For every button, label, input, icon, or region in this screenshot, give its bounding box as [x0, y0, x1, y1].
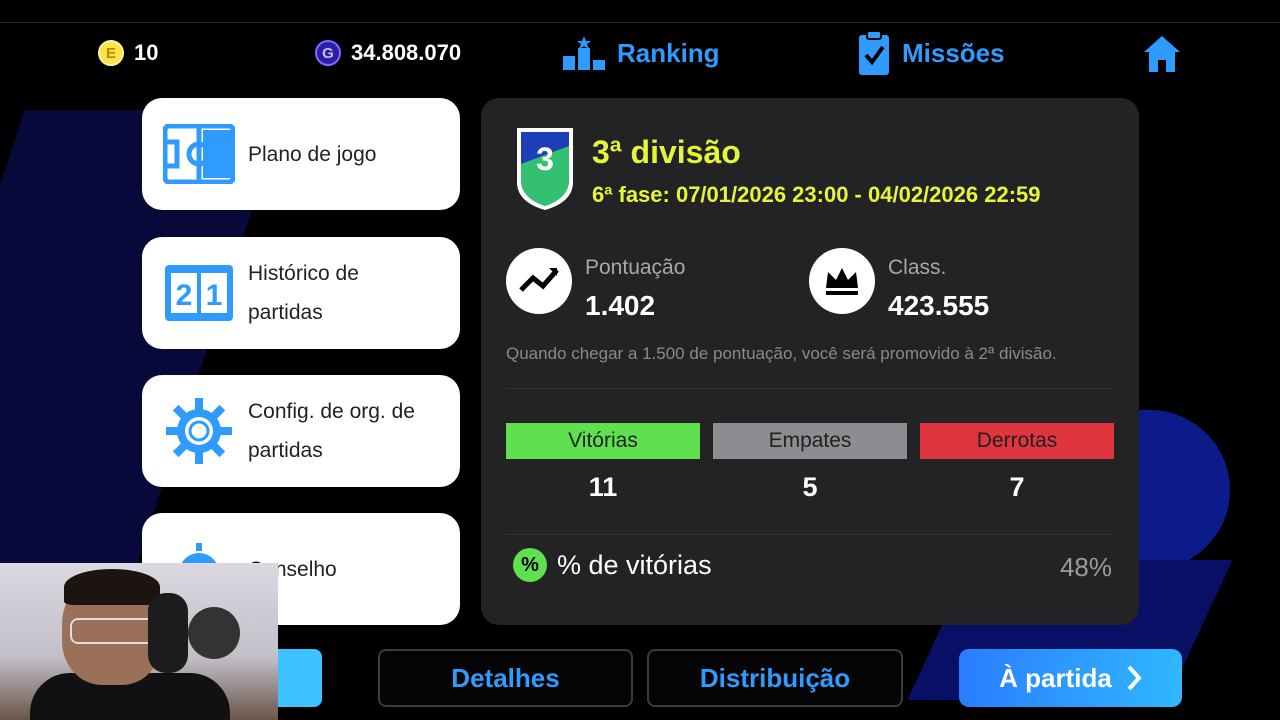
tactics-board-icon — [162, 124, 236, 184]
division-panel: 3 3ª divisão 6ª fase: 07/01/2026 23:00 -… — [481, 98, 1139, 625]
match-settings-button[interactable]: Config. de org. de partidas — [142, 375, 460, 487]
crown-icon — [809, 248, 875, 314]
score-label: Pontuação — [585, 256, 686, 279]
webcam-fan — [188, 607, 240, 659]
home-icon — [1144, 36, 1180, 72]
ranking-button[interactable]: Ranking — [563, 36, 720, 70]
percent-icon: % — [513, 548, 547, 582]
league-badge: 3 — [515, 124, 573, 212]
promotion-note: Quando chegar a 1.500 de pontuação, você… — [506, 344, 1057, 363]
rank-label: Class. — [888, 256, 947, 279]
losses-header: Derrotas — [920, 423, 1114, 459]
menu-item-label: Config. de org. de partidas — [248, 400, 415, 462]
gear-icon — [162, 398, 236, 464]
podium-icon — [563, 36, 605, 70]
home-button[interactable] — [1142, 34, 1182, 74]
webcam-overlay — [0, 563, 278, 720]
chevron-right-icon — [1127, 665, 1142, 691]
menu-item-label: Histórico de partidas — [248, 262, 359, 324]
top-bar: E 10 G 34.808.070 Ranking Missões — [0, 28, 1280, 78]
svg-text:2: 2 — [176, 279, 193, 312]
match-history-button[interactable]: 2 1 Histórico de partidas — [142, 237, 460, 349]
scoreboard-icon: 2 1 — [162, 263, 236, 323]
wins-header: Vitórias — [506, 423, 700, 459]
rank-value: 423.555 — [888, 290, 990, 321]
webcam-headset — [148, 593, 188, 673]
gp-balance: 34.808.070 — [351, 40, 462, 65]
wins-count: 11 — [588, 472, 618, 502]
webcam-glasses — [70, 618, 158, 644]
distribution-button[interactable]: Distribuição — [647, 649, 903, 707]
clipboard-check-icon — [859, 31, 889, 75]
missions-button[interactable]: Missões — [858, 31, 1005, 75]
webcam-person-hair — [64, 569, 160, 605]
missions-label: Missões — [902, 37, 1005, 68]
e-coin-balance: 10 — [134, 40, 159, 65]
to-match-button[interactable]: À partida — [959, 649, 1182, 707]
top-divider — [0, 22, 1280, 23]
win-rate-value: 48% — [1059, 552, 1112, 582]
division-title: 3ª divisão — [592, 134, 741, 170]
e-coin-icon: E — [98, 40, 124, 66]
divider — [506, 388, 1114, 389]
details-button[interactable]: Detalhes — [378, 649, 633, 707]
menu-item-label: Plano de jogo — [248, 142, 377, 166]
draws-header: Empates — [713, 423, 907, 459]
badge-number: 3 — [536, 141, 554, 177]
game-plan-button[interactable]: Plano de jogo — [142, 98, 460, 210]
trend-icon — [506, 248, 572, 314]
win-rate-label: % de vitórias — [557, 550, 712, 580]
divider — [506, 534, 1114, 535]
score-value: 1.402 — [585, 290, 656, 321]
division-phase: 6ª fase: 07/01/2026 23:00 - 04/02/2026 2… — [592, 182, 1041, 207]
to-match-label: À partida — [999, 662, 1112, 693]
ranking-label: Ranking — [617, 37, 720, 68]
svg-text:1: 1 — [206, 279, 223, 312]
draws-count: 5 — [802, 472, 818, 502]
gp-coin-icon: G — [315, 40, 341, 66]
losses-count: 7 — [1009, 472, 1025, 502]
